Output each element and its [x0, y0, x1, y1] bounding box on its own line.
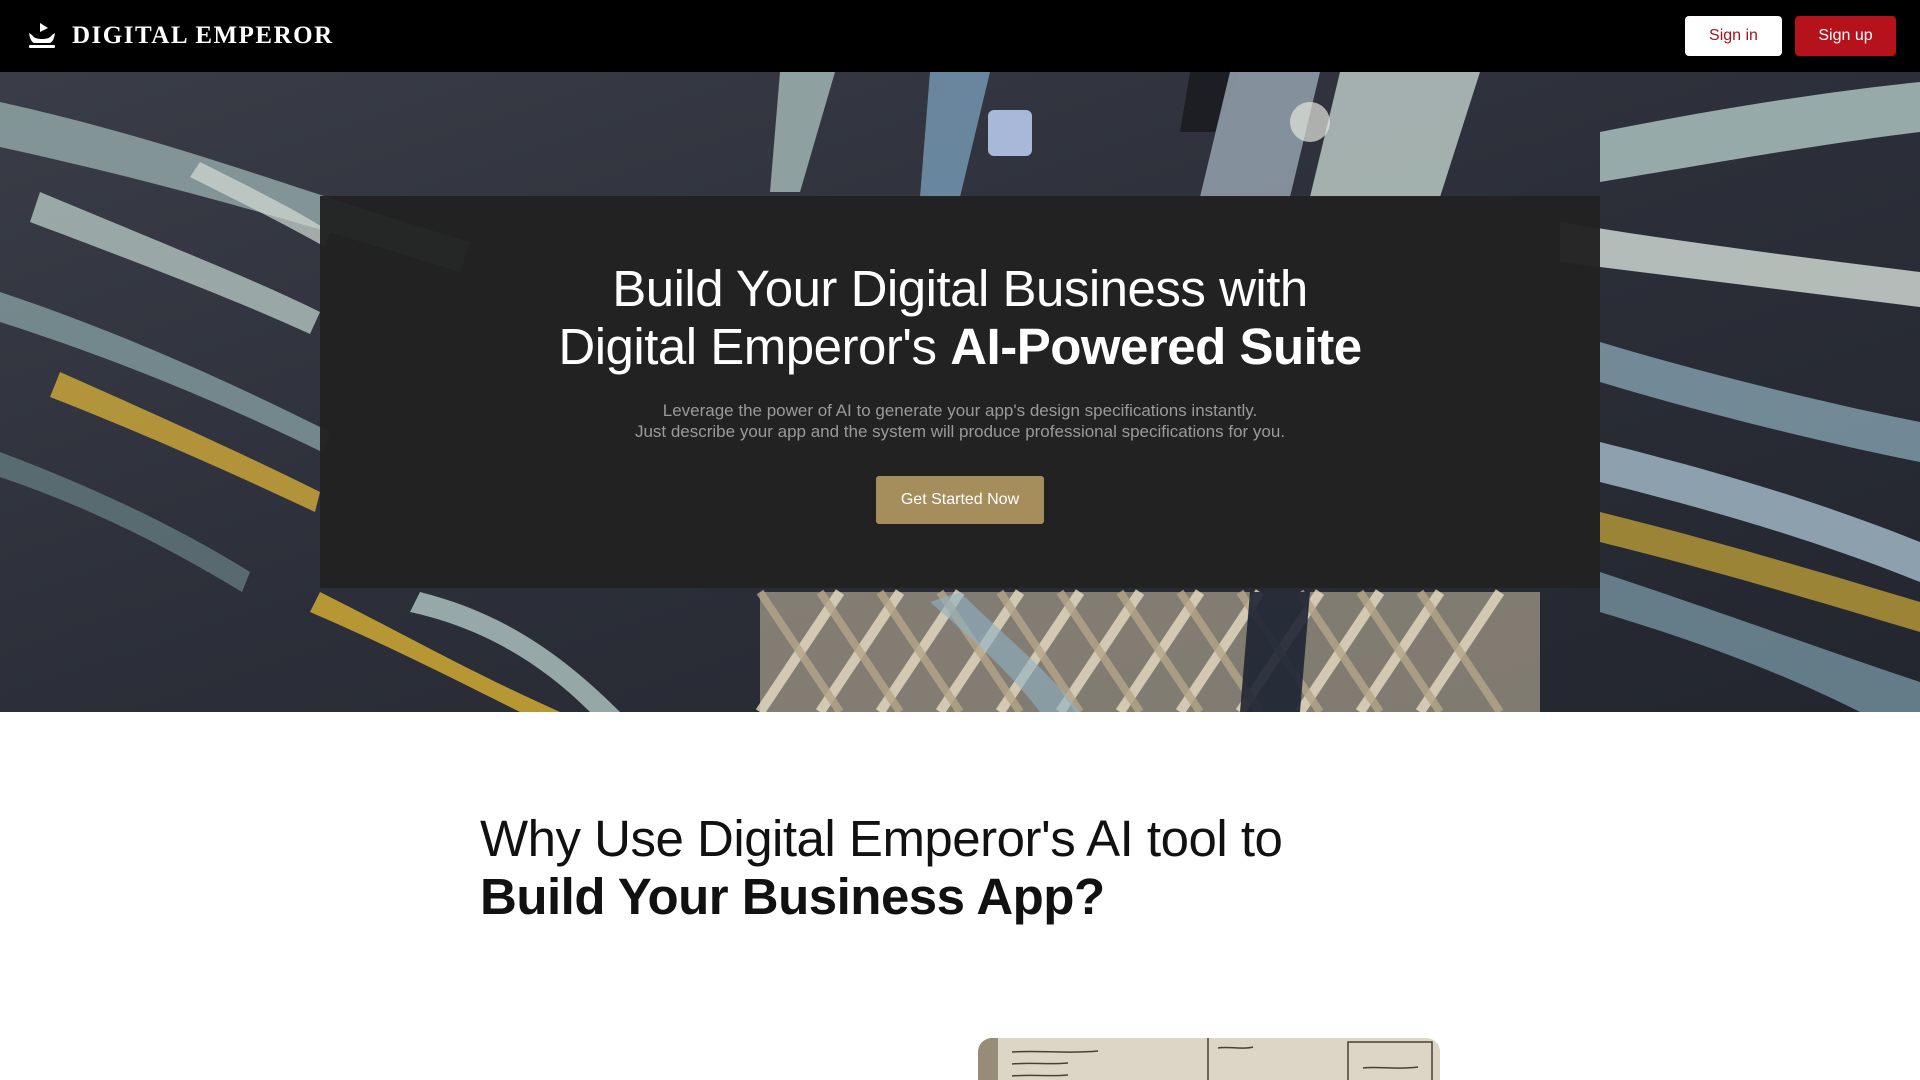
- hero-title-line1: Build Your Digital Business with: [612, 260, 1308, 317]
- hero-title-line2-bold: AI-Powered Suite: [950, 318, 1362, 375]
- get-started-button[interactable]: Get Started Now: [876, 476, 1044, 524]
- auth-buttons: Sign in Sign up: [1685, 16, 1896, 56]
- hero-title-line2-light: Digital Emperor's: [558, 318, 937, 375]
- design-sketch-image: [978, 1038, 1440, 1080]
- brand-logo[interactable]: DIGITAL EMPEROR: [26, 21, 334, 51]
- hero-subtitle: Leverage the power of AI to generate you…: [320, 400, 1600, 442]
- hero-subtitle-line2: Just describe your app and the system wi…: [634, 422, 1286, 441]
- hero-subtitle-line1: Leverage the power of AI to generate you…: [662, 401, 1258, 420]
- sign-up-button[interactable]: Sign up: [1795, 16, 1896, 56]
- top-navigation-bar: DIGITAL EMPEROR Sign in Sign up: [0, 0, 1920, 72]
- why-title: Why Use Digital Emperor's AI tool to Bui…: [480, 810, 1440, 926]
- hero-section: Build Your Digital Business with Digital…: [0, 72, 1920, 712]
- sign-in-button[interactable]: Sign in: [1685, 16, 1782, 56]
- crown-icon: [29, 23, 55, 48]
- brand-name: DIGITAL EMPEROR: [72, 22, 334, 49]
- hero-panel: Build Your Digital Business with Digital…: [320, 196, 1600, 588]
- why-title-bold: Build Your Business App?: [480, 868, 1105, 925]
- why-section: Why Use Digital Emperor's AI tool to Bui…: [480, 810, 1440, 926]
- hero-title: Build Your Digital Business with Digital…: [320, 260, 1600, 376]
- why-title-light: Why Use Digital Emperor's AI tool to: [480, 810, 1283, 867]
